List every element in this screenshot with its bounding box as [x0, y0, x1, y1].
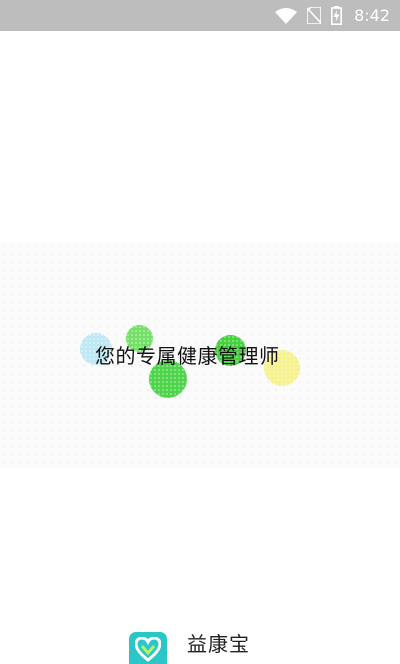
status-time: 8:42: [354, 6, 390, 25]
status-icons: 8:42: [275, 0, 390, 31]
battery-charging-icon: [331, 6, 343, 25]
no-sim-icon: [307, 7, 322, 24]
app-name: 益康宝: [187, 632, 250, 656]
splash-screen: 8:42 您的专属健康管理师 益康宝: [0, 0, 400, 664]
wifi-icon: [275, 7, 298, 24]
heart-logo-icon: [129, 632, 167, 664]
status-bar: 8:42: [0, 0, 400, 31]
brand-footer: 益康宝: [129, 630, 349, 664]
splash-tagline: 您的专属健康管理师: [95, 344, 280, 368]
